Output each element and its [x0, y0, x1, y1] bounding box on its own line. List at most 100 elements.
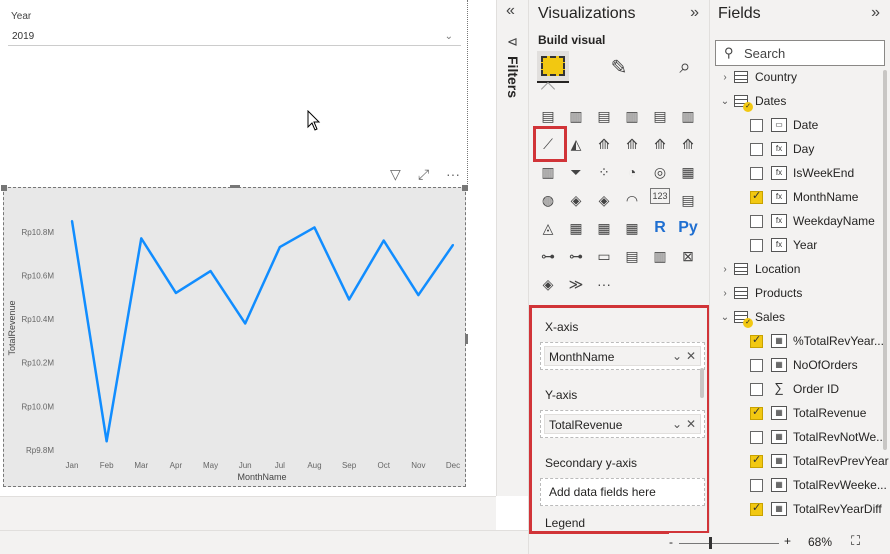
field-checkbox[interactable] [750, 142, 763, 156]
filters-title[interactable]: Filters [505, 56, 521, 98]
visual-type-icon[interactable]: ▤ [535, 104, 561, 128]
visual-type-icon[interactable]: ▤ [675, 188, 701, 212]
field-checkbox[interactable] [750, 382, 763, 396]
expand-icon[interactable]: » [871, 4, 880, 22]
visual-type-icon[interactable]: ▦ [563, 216, 589, 240]
data-point[interactable] [140, 237, 143, 240]
zoom-slider-thumb[interactable] [709, 537, 712, 549]
data-point[interactable] [313, 226, 316, 229]
resize-handle[interactable] [465, 334, 468, 344]
table-node[interactable]: ⌄ ✓ Dates [718, 90, 888, 112]
visual-type-icon[interactable]: ⁘ [591, 160, 617, 184]
data-point[interactable] [105, 440, 108, 443]
field-checkbox[interactable] [750, 166, 763, 180]
remove-icon[interactable]: ✕ [686, 349, 696, 363]
data-point[interactable] [382, 239, 385, 242]
visual-type-icon[interactable]: ⊠ [675, 244, 701, 268]
visual-type-icon[interactable]: ◎ [647, 160, 673, 184]
visual-type-icon[interactable]: ◍ [535, 188, 561, 212]
expand-icon[interactable]: » [690, 4, 699, 22]
field-checkbox[interactable] [750, 358, 763, 372]
field-item[interactable]: fx Day [750, 138, 890, 160]
year-slicer-dropdown[interactable]: 2019 ⌄ [8, 28, 461, 46]
zoom-slider[interactable] [679, 543, 779, 544]
build-visual-tab[interactable] [537, 51, 569, 83]
zoom-out-button[interactable]: - [669, 535, 673, 549]
chevron-down-icon[interactable]: ⌄ [718, 96, 732, 107]
field-item[interactable]: fx MonthName [750, 186, 890, 208]
field-item[interactable]: fx Year [750, 234, 890, 256]
visual-type-icon[interactable]: ⟰ [675, 132, 701, 156]
fit-to-page-icon[interactable]: ⛶ [851, 533, 860, 549]
resize-handle[interactable] [462, 185, 468, 191]
remove-icon[interactable]: ✕ [686, 417, 696, 431]
chevron-down-icon[interactable]: ⌄ [672, 349, 682, 363]
resize-handle[interactable] [1, 185, 7, 191]
yaxis-well[interactable]: TotalRevenue ⌄ ✕ [540, 410, 705, 438]
table-node[interactable]: ⌄ ✓ Sales [718, 306, 888, 328]
visual-type-icon[interactable]: ◈ [591, 188, 617, 212]
visual-type-icon[interactable]: ▥ [535, 160, 561, 184]
visual-type-icon[interactable]: ⟰ [619, 132, 645, 156]
data-point[interactable] [71, 219, 73, 222]
visual-type-icon[interactable]: ▥ [619, 104, 645, 128]
data-point[interactable] [452, 243, 454, 246]
field-item[interactable]: ▦ TotalRevNotWe... [750, 426, 890, 448]
field-checkbox[interactable] [750, 430, 763, 444]
visual-type-icon[interactable]: ◈ [563, 188, 589, 212]
visual-type-icon[interactable]: ◬ [535, 216, 561, 240]
filters-pane[interactable]: « ⊲ Filters [496, 0, 528, 496]
fields-search-input[interactable]: ⚲ Search [715, 40, 885, 66]
field-item[interactable]: ▭ Date [750, 114, 890, 136]
collapse-icon[interactable]: « [506, 2, 515, 20]
more-options-icon[interactable]: ··· [446, 166, 460, 182]
wells-scrollbar[interactable] [700, 368, 704, 398]
chevron-down-icon[interactable]: ⌄ [672, 417, 682, 431]
field-item[interactable]: ∑ Order ID [750, 378, 890, 400]
visual-type-icon[interactable]: ▭ [591, 244, 617, 268]
focus-mode-icon[interactable]: ⤢ [418, 166, 429, 183]
field-checkbox[interactable] [750, 189, 763, 204]
secondary-yaxis-well[interactable]: Add data fields here [540, 478, 705, 506]
table-node[interactable]: › Country [718, 66, 888, 88]
visual-type-icon[interactable]: ≫ [563, 272, 589, 296]
xaxis-well[interactable]: MonthName ⌄ ✕ [540, 342, 705, 370]
field-item[interactable]: ▦ TotalRevWeeke... [750, 474, 890, 496]
data-point[interactable] [209, 270, 212, 273]
filter-icon[interactable]: ▽ [390, 166, 401, 183]
table-node[interactable]: › Location [718, 258, 888, 280]
analytics-tab[interactable]: ⌕ [669, 51, 701, 83]
chevron-right-icon[interactable]: › [718, 72, 732, 83]
visual-type-icon[interactable]: ▦ [675, 160, 701, 184]
visual-type-icon[interactable]: ◔ [619, 160, 645, 184]
series-line[interactable] [70, 220, 455, 443]
zoom-in-button[interactable]: + [784, 534, 791, 548]
visual-type-icon[interactable]: R [647, 216, 673, 240]
chevron-down-icon[interactable]: ⌄ [718, 312, 732, 323]
visual-type-icon[interactable]: ▥ [647, 244, 673, 268]
field-checkbox[interactable] [750, 501, 763, 516]
visual-type-icon[interactable]: ▦ [619, 216, 645, 240]
visual-type-icon[interactable]: ◠ [619, 188, 645, 212]
data-point[interactable] [417, 294, 420, 297]
field-checkbox[interactable] [750, 405, 763, 420]
yaxis-field-pill[interactable]: TotalRevenue ⌄ ✕ [544, 414, 701, 434]
field-item[interactable]: ▦ TotalRevenue [750, 402, 890, 424]
field-checkbox[interactable] [750, 478, 763, 492]
table-node[interactable]: › Products [718, 282, 888, 304]
visual-type-icon[interactable]: ▦ [591, 216, 617, 240]
visual-type-icon[interactable]: ⟰ [647, 132, 673, 156]
chevron-right-icon[interactable]: › [718, 264, 732, 275]
field-item[interactable]: ▦ NoOfOrders [750, 354, 890, 376]
data-point[interactable] [278, 246, 281, 249]
chevron-right-icon[interactable]: › [718, 288, 732, 299]
line-chart-visual[interactable]: Rp9.8M Rp10.0M Rp10.2M Rp10.4M Rp10.6M Rp10.8… [1, 185, 468, 487]
visual-type-icon[interactable]: ⊶ [563, 244, 589, 268]
field-item[interactable]: fx IsWeekEnd [750, 162, 890, 184]
fields-scrollbar[interactable] [883, 70, 887, 450]
visual-type-icon[interactable]: ⏷ [563, 160, 589, 184]
visual-type-icon[interactable]: Py [675, 216, 701, 240]
xaxis-field-pill[interactable]: MonthName ⌄ ✕ [544, 346, 701, 366]
data-point[interactable] [174, 291, 177, 294]
visual-type-icon[interactable]: 123 [650, 188, 670, 204]
